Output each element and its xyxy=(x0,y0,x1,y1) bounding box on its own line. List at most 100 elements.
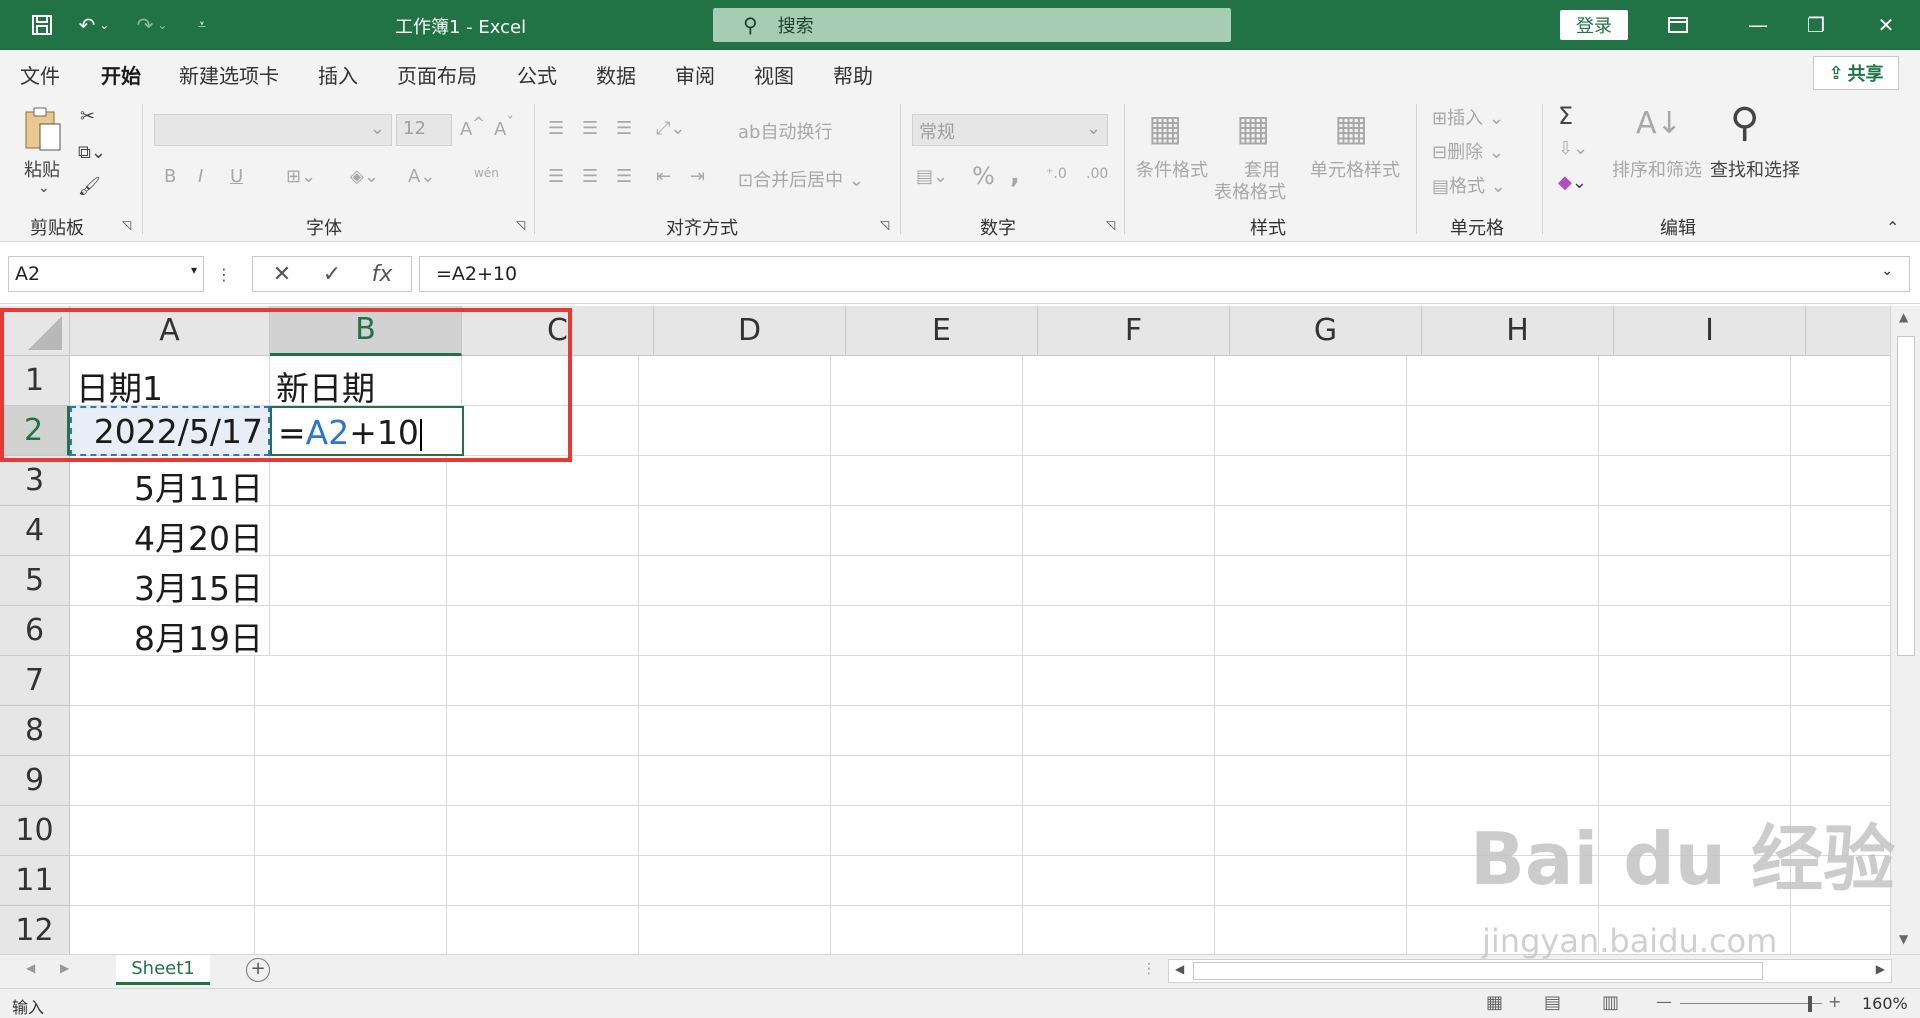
scroll-left-icon[interactable]: ◀ xyxy=(1175,962,1184,976)
align-middle-icon[interactable]: ☰ xyxy=(582,118,598,139)
zoom-slider-thumb[interactable] xyxy=(1808,996,1812,1012)
cut-icon[interactable]: ✂ xyxy=(80,106,95,127)
zoom-in-icon[interactable]: + xyxy=(1828,992,1841,1011)
hscroll-thumb[interactable] xyxy=(1193,962,1763,980)
italic-button[interactable]: I xyxy=(198,166,203,187)
grow-font-icon[interactable]: A^ xyxy=(460,114,485,140)
tab-home[interactable]: 开始 xyxy=(101,60,141,99)
customize-icon[interactable]: ⩡ xyxy=(186,10,218,40)
normal-view-icon[interactable]: ▦ xyxy=(1486,992,1503,1013)
dialog-launcher-icon[interactable]: ◹ xyxy=(880,218,889,232)
font-name-select[interactable]: ⌄ xyxy=(154,114,392,146)
cell-a5[interactable]: 3月15日 xyxy=(70,556,270,608)
paste-icon[interactable] xyxy=(22,104,64,159)
merge-center-button[interactable]: ⊡合并后居中 ⌄ xyxy=(738,166,864,192)
tab-review[interactable]: 审阅 xyxy=(675,60,715,89)
cell-a4[interactable]: 4月20日 xyxy=(70,506,270,558)
tab-data[interactable]: 数据 xyxy=(596,60,636,89)
align-bottom-icon[interactable]: ☰ xyxy=(616,118,632,139)
tab-insert[interactable]: 插入 xyxy=(318,60,358,89)
cell-a3[interactable]: 5月11日 xyxy=(70,456,270,508)
decrease-decimal-icon[interactable]: .00 xyxy=(1086,166,1108,182)
delete-cells-button[interactable]: ⊟删除 ⌄ xyxy=(1432,138,1504,164)
indent-increase-icon[interactable]: ⇥ xyxy=(690,166,705,187)
find-select-button[interactable]: 查找和选择 xyxy=(1710,156,1800,182)
scroll-thumb[interactable] xyxy=(1897,336,1915,656)
insert-cells-button[interactable]: ⊞插入 ⌄ xyxy=(1432,104,1504,130)
horizontal-scrollbar[interactable]: ◀ ▶ xyxy=(1168,959,1892,983)
font-color-icon[interactable]: A⌄ xyxy=(408,166,435,187)
cell-styles-icon[interactable]: ▦ xyxy=(1334,108,1368,149)
undo-icon[interactable]: ↶ ⌄ xyxy=(70,10,118,40)
row-header-3[interactable]: 3 xyxy=(0,456,70,506)
cell-styles-button[interactable]: 单元格样式 xyxy=(1310,156,1400,182)
font-size-select[interactable]: 12 xyxy=(396,114,452,146)
fill-color-icon[interactable]: ◈⌄ xyxy=(350,166,379,187)
redo-icon[interactable]: ↷ ⌄ xyxy=(128,10,176,40)
cancel-icon[interactable]: ✕ xyxy=(257,262,307,287)
align-center-icon[interactable]: ☰ xyxy=(582,166,598,187)
copy-icon[interactable]: ⧉⌄ xyxy=(78,142,106,163)
zoom-level[interactable]: 160% xyxy=(1862,994,1908,1013)
format-cells-button[interactable]: ▤格式 ⌄ xyxy=(1432,172,1506,198)
row-header-10[interactable]: 10 xyxy=(0,806,70,856)
insert-function-icon[interactable]: fx xyxy=(357,262,407,287)
search-input[interactable]: ⚲ 搜索 xyxy=(713,8,1231,42)
accounting-icon[interactable]: ▤⌄ xyxy=(916,166,948,187)
shrink-font-icon[interactable]: Aˇ xyxy=(494,114,514,140)
dialog-launcher-icon[interactable]: ◹ xyxy=(516,218,525,232)
wrap-text-button[interactable]: ab自动换行 xyxy=(738,118,832,144)
increase-decimal-icon[interactable]: ⁺.0 xyxy=(1046,166,1067,182)
align-left-icon[interactable]: ☰ xyxy=(548,166,564,187)
comma-button[interactable]: , xyxy=(1010,160,1020,190)
tab-page-layout[interactable]: 页面布局 xyxy=(397,60,477,89)
dialog-launcher-icon[interactable]: ◹ xyxy=(1106,218,1115,232)
expand-formula-icon[interactable]: ⌄ xyxy=(1881,263,1893,279)
enter-icon[interactable]: ✓ xyxy=(307,262,357,287)
row-header-5[interactable]: 5 xyxy=(0,556,70,606)
column-header-d[interactable]: D xyxy=(654,306,846,356)
row-header-4[interactable]: 4 xyxy=(0,506,70,556)
column-header-i[interactable]: I xyxy=(1614,306,1806,356)
underline-button[interactable]: U xyxy=(230,166,243,187)
indent-decrease-icon[interactable]: ⇤ xyxy=(656,166,671,187)
sheet-tab-sheet1[interactable]: Sheet1 xyxy=(116,955,210,985)
phonetic-icon[interactable]: wén xyxy=(474,166,499,180)
percent-button[interactable]: % xyxy=(972,162,995,190)
name-box[interactable]: A2 ▾ xyxy=(8,256,204,292)
restore-icon[interactable]: ❐ xyxy=(1796,8,1836,42)
row-header-8[interactable]: 8 xyxy=(0,706,70,756)
close-icon[interactable]: ✕ xyxy=(1866,8,1906,42)
align-top-icon[interactable]: ☰ xyxy=(548,118,564,139)
conditional-format-icon[interactable]: ▦ xyxy=(1148,108,1182,149)
table-format-icon[interactable]: ▦ xyxy=(1236,108,1270,149)
share-button[interactable]: ⇪ 共享 xyxy=(1813,56,1899,90)
table-format-button-2[interactable]: 表格格式 xyxy=(1214,178,1286,204)
number-format-select[interactable]: 常规 ⌄ xyxy=(912,114,1108,146)
tab-new[interactable]: 新建选项卡 xyxy=(179,60,279,89)
prev-sheet-icon[interactable]: ◀ xyxy=(26,961,35,975)
column-header-e[interactable]: E xyxy=(846,306,1038,356)
tab-file[interactable]: 文件 xyxy=(20,60,60,89)
column-header-h[interactable]: H xyxy=(1422,306,1614,356)
column-header-j[interactable] xyxy=(1806,306,1890,356)
tab-help[interactable]: 帮助 xyxy=(833,60,873,89)
find-icon[interactable]: ⚲ xyxy=(1730,100,1759,146)
align-right-icon[interactable]: ☰ xyxy=(616,166,632,187)
clear-icon[interactable]: ◆⌄ xyxy=(1558,172,1587,193)
format-painter-icon[interactable]: 🖌 xyxy=(78,176,101,197)
scroll-down-icon[interactable]: ▼ xyxy=(1899,932,1908,946)
add-sheet-icon[interactable]: + xyxy=(246,958,270,982)
bold-button[interactable]: B xyxy=(164,166,176,187)
sort-filter-icon[interactable]: A↓ xyxy=(1636,106,1682,141)
paste-button[interactable]: 粘贴 xyxy=(24,156,60,182)
border-icon[interactable]: ⊞⌄ xyxy=(286,166,316,187)
page-layout-icon[interactable]: ▤ xyxy=(1544,992,1561,1013)
dialog-launcher-icon[interactable]: ◹ xyxy=(122,218,131,232)
zoom-slider[interactable] xyxy=(1680,1003,1822,1004)
row-header-6[interactable]: 6 xyxy=(0,606,70,656)
formula-input[interactable]: =A2+10 ⌄ xyxy=(419,256,1910,292)
page-break-icon[interactable]: ▥ xyxy=(1602,992,1619,1013)
row-header-9[interactable]: 9 xyxy=(0,756,70,806)
next-sheet-icon[interactable]: ▶ xyxy=(60,961,69,975)
